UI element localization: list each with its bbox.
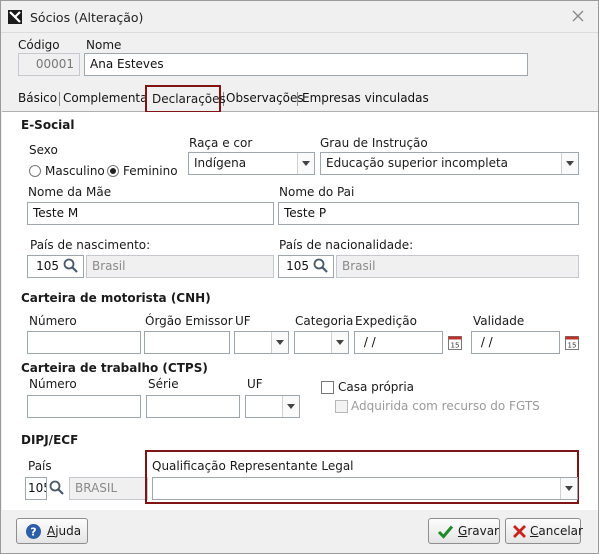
categoria-select[interactable] [294, 331, 349, 354]
serie-field[interactable] [146, 395, 240, 418]
grau-label: Grau de Instrução [320, 136, 428, 150]
cnh-uf-label: UF [235, 314, 251, 328]
tab-divider [59, 92, 60, 106]
codigo-label: Código [18, 38, 60, 52]
orgao-emissor-field[interactable] [144, 331, 230, 354]
expedicao-label: Expedição [355, 314, 417, 328]
svg-text:15: 15 [568, 342, 577, 350]
chevron-down-icon[interactable] [560, 478, 577, 499]
validade-date-field[interactable]: / / [471, 331, 560, 354]
tab-empresas-vinculadas[interactable]: Empresas vinculadas [302, 91, 429, 105]
chevron-down-icon[interactable] [271, 332, 288, 353]
chevron-down-icon[interactable] [331, 332, 348, 353]
casa-propria-label[interactable]: Casa própria [338, 380, 414, 394]
nome-field[interactable]: Ana Esteves [84, 53, 528, 76]
raca-value: Indígena [194, 156, 247, 170]
tab-complementar[interactable]: Complementar [63, 91, 152, 105]
sexo-masculino-label[interactable]: Masculino [45, 164, 105, 178]
orgao-emissor-label: Órgão Emissor [145, 314, 233, 328]
search-icon[interactable] [312, 257, 330, 275]
grau-value: Educação superior incompleta [326, 156, 509, 170]
mae-label: Nome da Mãe [28, 185, 112, 199]
fgts-checkbox [335, 400, 348, 413]
window-title: Sócios (Alteração) [30, 10, 144, 25]
nome-label: Nome [86, 38, 122, 52]
cnh-numero-label: Número [29, 314, 77, 328]
gravar-label: Gravar [458, 524, 499, 538]
categoria-label: Categoria [295, 314, 354, 328]
tab-bar: Básico Complementar Observações Empresas… [2, 87, 598, 112]
fgts-label: Adquirida com recurso do FGTS [351, 399, 540, 413]
pais-nascimento-label: País de nascimento: [30, 238, 151, 252]
nome-mae-field[interactable]: Teste M [27, 202, 274, 225]
pais-nascimento-name-field: Brasil [86, 255, 274, 278]
dipj-section-title: DIPJ/ECF [21, 433, 79, 447]
raca-label: Raça e cor [189, 136, 253, 150]
casa-propria-checkbox[interactable] [321, 381, 334, 394]
validade-label: Validade [473, 314, 525, 328]
codigo-field: 00001 [18, 53, 80, 76]
search-icon[interactable] [48, 479, 66, 497]
cnh-section-title: Carteira de motorista (CNH) [21, 291, 211, 305]
qualificacao-representante-select[interactable] [152, 477, 578, 500]
tab-basico[interactable]: Básico [18, 91, 57, 105]
cnh-uf-select[interactable] [234, 331, 289, 354]
sexo-masculino-radio[interactable] [29, 165, 41, 177]
sexo-feminino-radio[interactable] [107, 165, 119, 177]
tab-observacoes[interactable]: Observações [226, 91, 304, 105]
checkmark-icon [437, 525, 454, 539]
chevron-down-icon[interactable] [297, 153, 314, 174]
pais-nacionalidade-label: País de nacionalidade: [279, 238, 414, 252]
tab-declaracoes[interactable]: Declarações [145, 85, 226, 113]
raca-select[interactable]: Indígena [188, 152, 315, 175]
ajuda-label: Ajuda [47, 524, 82, 538]
qualificacao-label: Qualificação Representante Legal [152, 459, 354, 473]
cancelar-button[interactable]: Cancelar [505, 518, 583, 544]
calendar-icon[interactable]: 15 [565, 335, 579, 350]
search-icon[interactable] [62, 257, 80, 275]
esocial-section-title: E-Social [21, 118, 75, 132]
tab-divider [297, 92, 298, 106]
serie-label: Série [148, 377, 179, 391]
expedicao-date-field[interactable]: / / [354, 331, 443, 354]
dipj-pais-code-field[interactable]: 105 [25, 477, 47, 500]
dipj-pais-label: País [28, 459, 52, 473]
ctps-numero-label: Número [29, 377, 77, 391]
cancelar-label: Cancelar [530, 524, 583, 538]
help-icon: ? [26, 524, 41, 539]
cnh-numero-field[interactable] [27, 331, 141, 354]
gravar-button[interactable]: Gravar [428, 518, 500, 544]
ctps-numero-field[interactable] [27, 395, 141, 418]
chevron-down-icon[interactable] [561, 153, 578, 174]
ajuda-button[interactable]: ? Ajuda [16, 518, 88, 544]
sexo-label: Sexo [29, 143, 58, 157]
chevron-down-icon[interactable] [282, 396, 299, 417]
app-logo-icon [8, 10, 22, 24]
dialog-window: Sócios (Alteração) Código 00001 Nome Ana… [0, 0, 599, 554]
ctps-uf-label: UF [247, 377, 263, 391]
dipj-pais-name-field: BRASIL [69, 477, 148, 500]
svg-text:?: ? [30, 526, 36, 539]
pais-nacionalidade-name-field: Brasil [336, 255, 579, 278]
title-bar: Sócios (Alteração) [1, 1, 598, 33]
close-icon[interactable] [572, 10, 584, 22]
calendar-icon[interactable]: 15 [448, 335, 462, 350]
nome-pai-field[interactable]: Teste P [278, 202, 579, 225]
sexo-feminino-label[interactable]: Feminino [123, 164, 178, 178]
cancel-x-icon [513, 525, 526, 538]
svg-text:15: 15 [451, 342, 460, 350]
pai-label: Nome do Pai [279, 185, 355, 199]
ctps-uf-select[interactable] [245, 395, 300, 418]
ctps-section-title: Carteira de trabalho (CTPS) [21, 361, 208, 375]
grau-instrucao-select[interactable]: Educação superior incompleta [320, 152, 579, 175]
declaracoes-panel: E-Social Sexo Masculino Feminino Raça e … [2, 112, 598, 510]
